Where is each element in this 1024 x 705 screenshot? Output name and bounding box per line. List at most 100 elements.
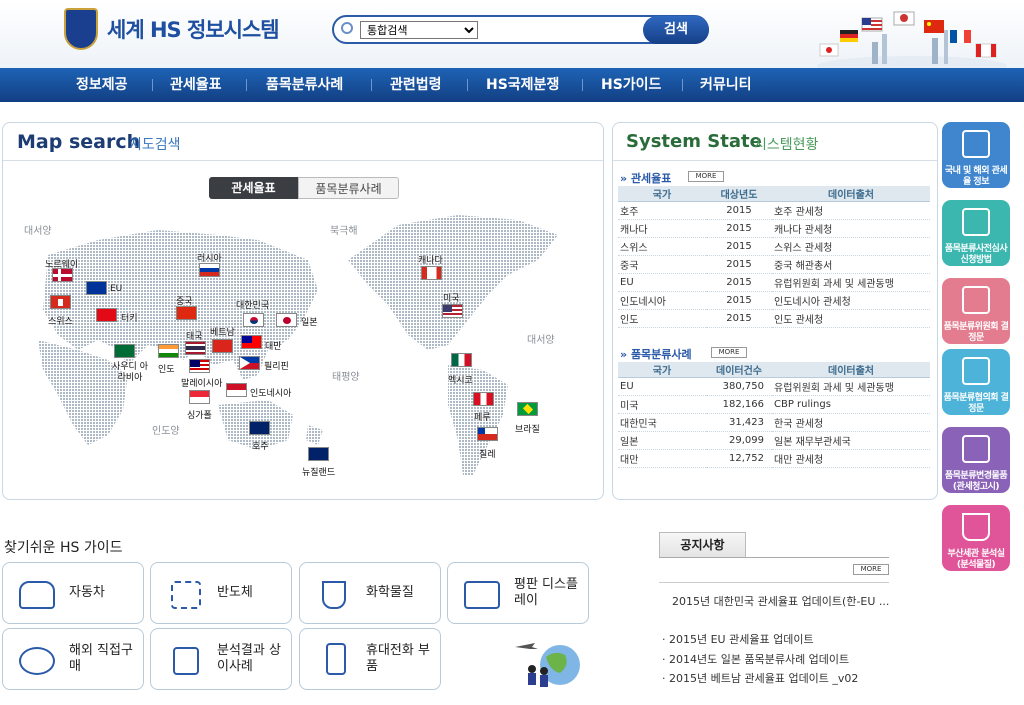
flag-eu-icon[interactable] bbox=[86, 281, 107, 295]
flag-turkey-icon[interactable] bbox=[96, 308, 117, 322]
flag-new-zealand-icon[interactable] bbox=[308, 447, 329, 461]
flag-china-icon[interactable] bbox=[176, 306, 197, 320]
guide-phone-parts-button[interactable]: 휴대전화 부품 bbox=[299, 628, 441, 690]
side-changed-items-button[interactable]: 품목분류변경물품 (관세청고시) bbox=[942, 427, 1010, 493]
flag-saudi-arabia-icon[interactable] bbox=[114, 344, 135, 358]
country-label-vietnam[interactable]: 베트남 bbox=[210, 325, 235, 338]
table-row[interactable]: 중국 2015 중국 해관총서 bbox=[618, 255, 930, 274]
country-label-switzerland[interactable]: 스위스 bbox=[48, 314, 73, 327]
side-pre-review-button[interactable]: 품목분류사전심사 신청방법 bbox=[942, 200, 1010, 266]
table-row[interactable]: 대한민국 31,423 한국 관세청 bbox=[618, 413, 930, 432]
flag-singapore-icon[interactable] bbox=[189, 390, 210, 404]
tariff-more-button[interactable]: MORE bbox=[688, 171, 724, 182]
nav-laws[interactable]: 관련법령 bbox=[390, 68, 442, 102]
nav-classification-cases[interactable]: 품목분류사례 bbox=[266, 68, 343, 102]
cases-more-button[interactable]: MORE bbox=[711, 347, 747, 358]
country-label-eu[interactable]: EU bbox=[110, 284, 122, 294]
search-button[interactable]: 검색 bbox=[643, 16, 709, 44]
site-title[interactable]: 세계 HS 정보시스템 bbox=[107, 14, 280, 44]
notice-tab[interactable]: 공지사항 bbox=[659, 532, 746, 557]
notice-item-text[interactable]: 2014년도 일본 품목분류사례 업데이트 bbox=[669, 653, 849, 666]
country-label-thailand[interactable]: 태국 bbox=[186, 329, 203, 342]
flag-indonesia-icon[interactable] bbox=[226, 383, 247, 397]
table-row[interactable]: EU 2015 유럽위원회 과세 및 세관동맹 bbox=[618, 273, 930, 292]
flag-switzerland-icon[interactable] bbox=[50, 295, 71, 309]
country-label-japan[interactable]: 일본 bbox=[301, 315, 318, 328]
flag-canada-icon[interactable] bbox=[421, 266, 442, 280]
country-label-mexico[interactable]: 멕시코 bbox=[448, 373, 473, 386]
notice-item-text[interactable]: 2015년 베트남 관세율표 업데이트 _v02 bbox=[669, 672, 858, 685]
guide-overseas-purchase-button[interactable]: 해외 직접구매 bbox=[2, 628, 144, 690]
table-row[interactable]: 일본 29,099 일본 재무부관세국 bbox=[618, 431, 930, 450]
flag-norway-icon[interactable] bbox=[52, 268, 73, 282]
notice-more-button[interactable]: MORE bbox=[853, 564, 889, 575]
table-row[interactable]: 캐나다 2015 캐나다 관세청 bbox=[618, 219, 930, 238]
nav-info[interactable]: 정보제공 bbox=[76, 68, 128, 102]
country-label-malaysia[interactable]: 말레이시아 bbox=[181, 376, 222, 389]
flag-india-icon[interactable] bbox=[158, 344, 179, 358]
flag-russia-icon[interactable] bbox=[199, 263, 220, 277]
nav-hs-disputes[interactable]: HS국제분쟁 bbox=[486, 68, 559, 102]
flag-thailand-icon[interactable] bbox=[185, 341, 206, 355]
country-label-saudi-arabia[interactable]: 사우디 아라비아 bbox=[110, 362, 150, 384]
guide-flat-display-button[interactable]: 평판 디스플레이 bbox=[447, 562, 589, 624]
country-label-australia[interactable]: 호주 bbox=[252, 439, 269, 452]
customs-emblem-logo[interactable] bbox=[64, 8, 98, 50]
country-label-brazil[interactable]: 브라질 bbox=[515, 422, 540, 435]
table-row[interactable]: 미국 182,166 CBP rulings bbox=[618, 395, 930, 414]
map-tab-cases[interactable]: 품목분류사례 bbox=[298, 177, 399, 199]
guide-chemical-button[interactable]: 화학물질 bbox=[299, 562, 441, 624]
flag-taiwan-icon[interactable] bbox=[241, 335, 262, 349]
country-label-india[interactable]: 인도 bbox=[158, 362, 175, 375]
country-label-turkey[interactable]: 터키 bbox=[121, 311, 138, 324]
country-label-china[interactable]: 중국 bbox=[176, 294, 193, 307]
country-label-russia[interactable]: 러시아 bbox=[197, 251, 222, 264]
flag-japan-icon[interactable] bbox=[276, 313, 297, 327]
table-row[interactable]: 인도 2015 인도 관세청 bbox=[618, 309, 930, 328]
country-label-philippines[interactable]: 필리핀 bbox=[264, 359, 289, 372]
table-row[interactable]: 스위스 2015 스위스 관세청 bbox=[618, 237, 930, 256]
notice-item[interactable]: 2015년 대한민국 관세율표 업데이트(한-EU ... bbox=[672, 593, 894, 611]
flag-chile-icon[interactable] bbox=[477, 427, 498, 441]
flag-vietnam-icon[interactable] bbox=[212, 339, 233, 353]
nav-hs-guide[interactable]: HS가이드 bbox=[601, 68, 661, 102]
guide-semiconductor-button[interactable]: 반도체 bbox=[150, 562, 292, 624]
side-busan-lab-button[interactable]: 부산세관 분석실 (분석물질) bbox=[942, 505, 1010, 571]
side-committee-decision-button[interactable]: 품목분류위원회 결정문 bbox=[942, 278, 1010, 344]
search-scope-select[interactable]: 통합검색 bbox=[360, 21, 478, 39]
table-row[interactable]: 인도네시아 2015 인도네시아 관세청 bbox=[618, 291, 930, 310]
country-label-chile[interactable]: 칠레 bbox=[479, 447, 496, 460]
search-input[interactable] bbox=[482, 19, 642, 39]
flag-usa-icon[interactable] bbox=[442, 304, 463, 318]
guide-analysis-results-button[interactable]: 분석결과 상이사례 bbox=[150, 628, 292, 690]
country-label-canada[interactable]: 캐나다 bbox=[418, 253, 443, 266]
country-label-peru[interactable]: 페루 bbox=[474, 410, 491, 423]
map-tab-tariff[interactable]: 관세율표 bbox=[209, 177, 298, 199]
side-council-decision-button[interactable]: 품목분류협의회 결정문 bbox=[942, 349, 1010, 415]
nav-community[interactable]: 커뮤니티 bbox=[700, 68, 752, 102]
notice-item[interactable]: · 2015년 EU 관세율표 업데이트 bbox=[662, 631, 814, 647]
country-label-singapore[interactable]: 싱가폴 bbox=[187, 408, 212, 421]
nav-tariff[interactable]: 관세율표 bbox=[170, 68, 222, 102]
table-row[interactable]: 호주 2015 호주 관세청 bbox=[618, 201, 930, 220]
guide-car-button[interactable]: 자동차 bbox=[2, 562, 144, 624]
country-label-usa[interactable]: 미국 bbox=[443, 291, 460, 304]
country-label-norway[interactable]: 노르웨이 bbox=[45, 257, 78, 270]
country-label-taiwan[interactable]: 대만 bbox=[265, 339, 282, 352]
flag-brazil-icon[interactable] bbox=[517, 402, 538, 416]
notice-item-text[interactable]: 2015년 EU 관세율표 업데이트 bbox=[669, 633, 814, 646]
flag-peru-icon[interactable] bbox=[473, 392, 494, 406]
table-row[interactable]: EU 380,750 유럽위원회 과세 및 세관동맹 bbox=[618, 377, 930, 396]
country-label-new-zealand[interactable]: 뉴질랜드 bbox=[302, 465, 335, 478]
notice-item[interactable]: · 2014년도 일본 품목분류사례 업데이트 bbox=[662, 651, 849, 667]
flag-australia-icon[interactable] bbox=[249, 421, 270, 435]
side-tariff-info-button[interactable]: 국내 및 해외 관세율 정보 bbox=[942, 122, 1010, 188]
flag-mexico-icon[interactable] bbox=[451, 353, 472, 367]
flag-philippines-icon[interactable] bbox=[239, 356, 260, 370]
country-label-korea[interactable]: 대한민국 bbox=[236, 298, 269, 311]
flag-korea-icon[interactable] bbox=[243, 313, 264, 327]
flag-malaysia-icon[interactable] bbox=[189, 359, 210, 373]
notice-item[interactable]: · 2015년 베트남 관세율표 업데이트 _v02 bbox=[662, 670, 858, 686]
table-row[interactable]: 대만 12,752 대만 관세청 bbox=[618, 449, 930, 468]
country-label-indonesia[interactable]: 인도네시아 bbox=[250, 386, 291, 399]
